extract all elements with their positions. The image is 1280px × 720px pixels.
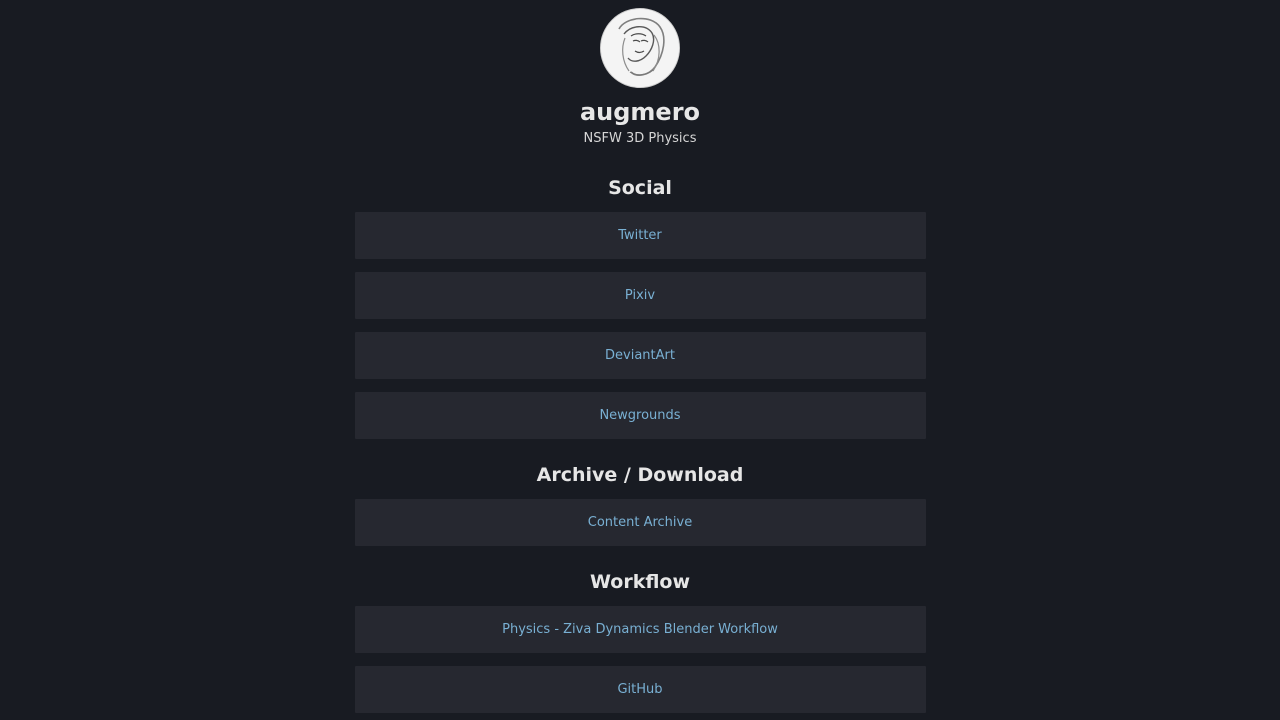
link-newgrounds-label: Newgrounds [599,408,681,423]
link-github-label: GitHub [617,682,663,697]
link-twitter[interactable]: Twitter [354,212,926,259]
link-ziva-dynamics-workflow-label: Physics - Ziva Dynamics Blender Workflow [502,622,778,637]
social-links: Twitter Pixiv DeviantArt Newgrounds [354,212,926,439]
profile-tagline: NSFW 3D Physics [583,131,697,146]
profile-name: augmero [579,98,701,126]
sketch-portrait-icon [601,9,679,87]
section-title-archive-download: Archive / Download [536,464,744,486]
link-content-archive[interactable]: Content Archive [354,499,926,546]
workflow-links: Physics - Ziva Dynamics Blender Workflow… [354,606,926,713]
section-title-social: Social [608,177,672,199]
link-deviantart[interactable]: DeviantArt [354,332,926,379]
link-content-archive-label: Content Archive [587,515,693,530]
link-pixiv[interactable]: Pixiv [354,272,926,319]
link-ziva-dynamics-workflow[interactable]: Physics - Ziva Dynamics Blender Workflow [354,606,926,653]
link-pixiv-label: Pixiv [624,288,656,303]
archive-links: Content Archive [354,499,926,546]
section-title-workflow: Workflow [589,571,691,593]
link-deviantart-label: DeviantArt [605,348,675,363]
link-github[interactable]: GitHub [354,666,926,713]
link-twitter-label: Twitter [618,228,662,243]
profile-avatar [600,8,680,88]
link-newgrounds[interactable]: Newgrounds [354,392,926,439]
profile-page: augmero NSFW 3D Physics Social Twitter P… [0,0,1280,720]
